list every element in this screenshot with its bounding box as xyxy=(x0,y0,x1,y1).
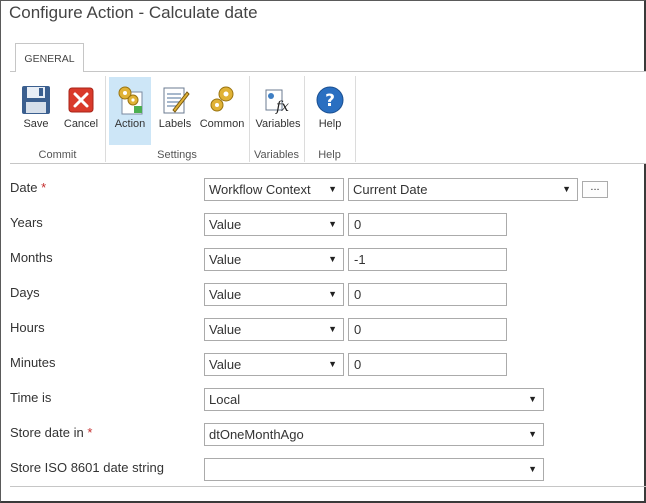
years-type-value: Value xyxy=(209,217,242,232)
minutes-type-select[interactable]: Value ▼ xyxy=(204,353,344,376)
group-variables-label: Variables xyxy=(253,149,300,161)
store-date-in-value: dtOneMonthAgo xyxy=(209,427,304,442)
days-type-select[interactable]: Value ▼ xyxy=(204,283,344,306)
dialog-title: Configure Action - Calculate date xyxy=(9,3,258,22)
hours-input[interactable]: 0 xyxy=(348,318,507,341)
action-gears-icon xyxy=(118,86,143,115)
cancel-button[interactable]: Cancel xyxy=(60,77,102,145)
months-label: Months xyxy=(10,250,53,265)
chevron-down-icon: ▼ xyxy=(328,219,337,229)
date-value-select[interactable]: Current Date ▼ xyxy=(348,178,578,201)
variables-label: Variables xyxy=(255,118,301,130)
footer-divider xyxy=(10,486,646,487)
chevron-down-icon: ▼ xyxy=(328,359,337,369)
date-ellipsis-button[interactable]: ... xyxy=(582,181,608,198)
chevron-down-icon: ▼ xyxy=(528,429,537,439)
date-source-value: Workflow Context xyxy=(209,182,311,197)
svg-text:?: ? xyxy=(325,91,335,111)
chevron-down-icon: ▼ xyxy=(528,394,537,404)
labels-label: Labels xyxy=(158,118,192,130)
date-value-text: Current Date xyxy=(353,182,428,197)
action-label: Action xyxy=(114,118,146,130)
hours-label: Hours xyxy=(10,320,45,335)
close-icon xyxy=(68,87,94,113)
chevron-down-icon: ▼ xyxy=(328,324,337,334)
months-type-value: Value xyxy=(209,252,242,267)
labels-button[interactable]: Labels xyxy=(154,77,196,145)
months-type-select[interactable]: Value ▼ xyxy=(204,248,344,271)
gears-icon xyxy=(210,86,234,112)
required-mark: * xyxy=(87,425,93,440)
variables-button[interactable]: fx Variables xyxy=(254,77,302,145)
store-date-in-label-text: Store date in xyxy=(10,425,84,440)
days-label: Days xyxy=(10,285,40,300)
group-help-label: Help xyxy=(318,149,341,161)
help-button[interactable]: ? Help xyxy=(308,77,352,145)
save-button[interactable]: Save xyxy=(15,77,57,145)
hours-type-select[interactable]: Value ▼ xyxy=(204,318,344,341)
group-commit-label: Commit xyxy=(38,149,77,161)
variables-fx-icon: fx xyxy=(265,89,289,115)
years-label: Years xyxy=(10,215,43,230)
time-is-label: Time is xyxy=(10,390,52,405)
required-mark: * xyxy=(41,180,47,195)
ribbon: Save Cancel Commit Action Labels Common … xyxy=(10,71,646,164)
svg-text:fx: fx xyxy=(275,99,289,115)
days-input[interactable]: 0 xyxy=(348,283,507,306)
help-label: Help xyxy=(318,118,342,130)
store-iso-label: Store ISO 8601 date string xyxy=(10,460,164,475)
months-input[interactable]: -1 xyxy=(348,248,507,271)
minutes-type-value: Value xyxy=(209,357,242,372)
save-label: Save xyxy=(23,118,49,130)
years-type-select[interactable]: Value ▼ xyxy=(204,213,344,236)
time-is-value: Local xyxy=(209,392,241,407)
days-type-value: Value xyxy=(209,287,242,302)
years-input[interactable]: 0 xyxy=(348,213,507,236)
chevron-down-icon: ▼ xyxy=(328,254,337,264)
common-label: Common xyxy=(199,118,245,130)
chevron-down-icon: ▼ xyxy=(528,464,537,474)
store-date-in-label: Store date in * xyxy=(10,425,92,440)
group-settings-label: Settings xyxy=(157,149,197,161)
action-button[interactable]: Action xyxy=(109,77,151,145)
chevron-down-icon: ▼ xyxy=(328,184,337,194)
common-button[interactable]: Common xyxy=(198,77,246,145)
help-icon: ? xyxy=(316,86,344,114)
store-date-in-select[interactable]: dtOneMonthAgo ▼ xyxy=(204,423,544,446)
date-source-select[interactable]: Workflow Context ▼ xyxy=(204,178,344,201)
hours-type-value: Value xyxy=(209,322,242,337)
labels-icon xyxy=(163,87,190,114)
group-separator xyxy=(355,76,356,162)
minutes-input[interactable]: 0 xyxy=(348,353,507,376)
tab-general[interactable]: GENERAL xyxy=(15,43,84,72)
store-iso-select[interactable]: ▼ xyxy=(204,458,544,481)
cancel-label: Cancel xyxy=(63,118,99,130)
minutes-label: Minutes xyxy=(10,355,56,370)
time-is-select[interactable]: Local ▼ xyxy=(204,388,544,411)
date-label-text: Date xyxy=(10,180,38,195)
chevron-down-icon: ▼ xyxy=(328,289,337,299)
date-label: Date * xyxy=(10,180,46,195)
chevron-down-icon: ▼ xyxy=(562,184,571,194)
floppy-disk-icon xyxy=(22,86,50,114)
